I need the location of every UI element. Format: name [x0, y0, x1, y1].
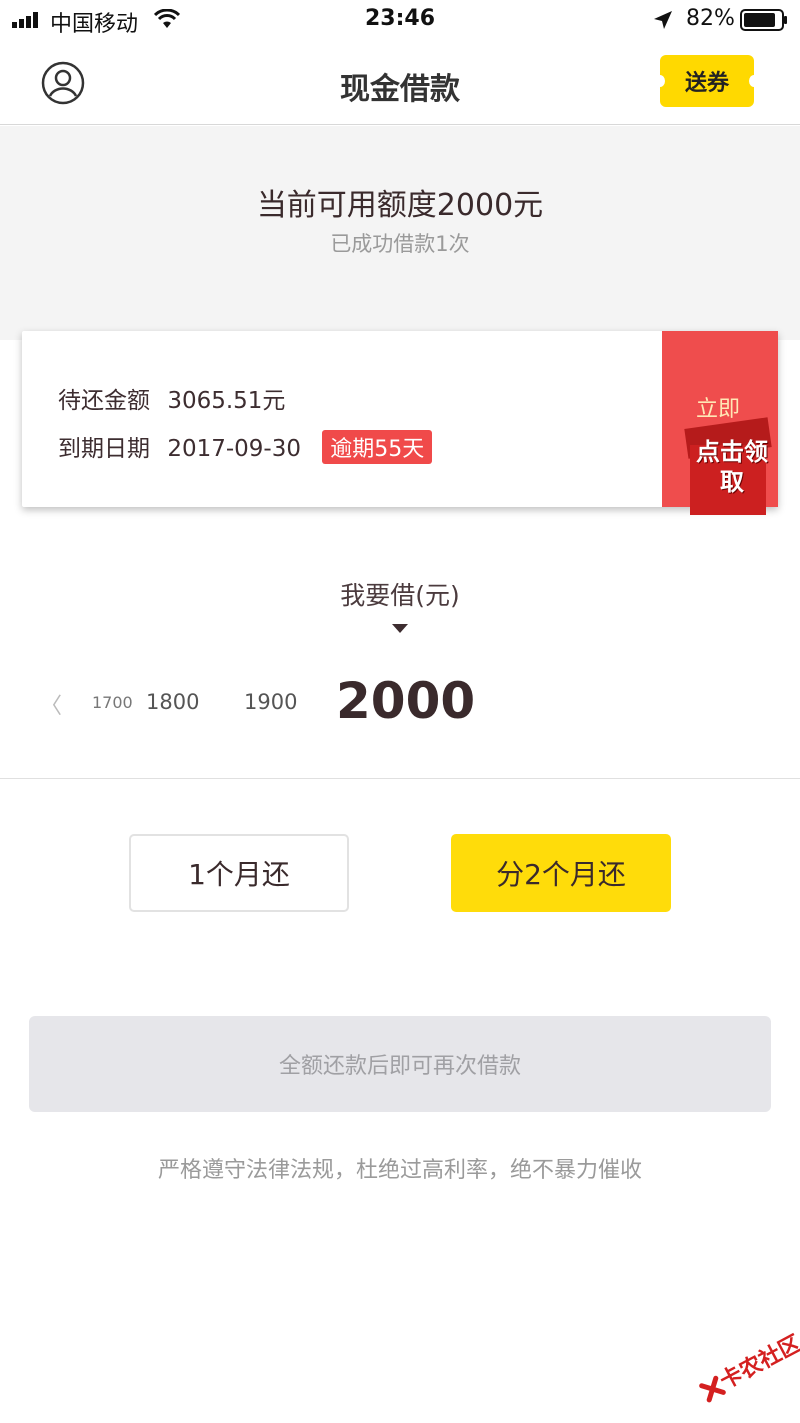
pending-amount-value: 3065.51元 [167, 388, 286, 414]
watermark: 卡农社区 [680, 1308, 800, 1421]
nav-bar: 现金借款 送券 [0, 40, 800, 125]
pending-amount-label: 待还金额 [58, 388, 150, 414]
amount-option[interactable]: 1900 [244, 690, 297, 714]
status-bar: 中国移动 23:46 82% [0, 0, 800, 40]
term-2-label: 分2个月还 [496, 858, 626, 891]
term-1-label: 1个月还 [188, 858, 290, 891]
borrow-again-label: 全额还款后即可再次借款 [278, 1054, 521, 1079]
picker-prev-icon[interactable]: 〈 [40, 688, 62, 720]
available-credit: 当前可用额度2000元 [256, 188, 544, 223]
promo-gift-text: 点击领取 [696, 438, 768, 496]
due-date-row: 到期日期 2017-09-30 逾期55天 [58, 429, 433, 464]
watermark-text: 卡农社区 [716, 1331, 800, 1395]
amount-option[interactable]: 1800 [146, 690, 199, 714]
amount-picker-label: 我要借(元) [340, 581, 460, 610]
battery-percent: 82% [686, 6, 735, 31]
repayment-card[interactable]: 待还金额 3065.51元 到期日期 2017-09-30 逾期55天 立即 点… [22, 331, 778, 515]
due-date-label: 到期日期 [58, 436, 150, 462]
divider [0, 778, 800, 779]
battery-icon [740, 9, 787, 31]
caret-down-icon [392, 624, 408, 633]
clock: 23:46 [364, 6, 436, 31]
gift-box-icon: 点击领取 [684, 417, 772, 519]
location-arrow-icon [654, 11, 672, 29]
term-1-month-button[interactable]: 1个月还 [129, 834, 349, 912]
overdue-badge: 逾期55天 [322, 430, 433, 464]
compliance-note: 严格遵守法律法规，杜绝过高利率，绝不暴力催收 [157, 1158, 642, 1183]
term-2-months-button[interactable]: 分2个月还 [451, 834, 671, 912]
pending-amount-row: 待还金额 3065.51元 [58, 381, 285, 415]
due-date-value: 2017-09-30 [167, 436, 301, 462]
borrow-again-button[interactable]: 全额还款后即可再次借款 [29, 1016, 771, 1112]
borrow-count: 已成功借款1次 [330, 232, 470, 256]
selected-amount[interactable]: 2000 [336, 672, 475, 730]
amount-option[interactable]: 1700 [92, 693, 133, 712]
coupon-label: 送券 [684, 71, 729, 96]
coupon-button[interactable]: 送券 [655, 55, 759, 107]
gift-promo-banner[interactable]: 立即 点击领取 [662, 331, 778, 515]
promo-top-text: 立即 [696, 397, 741, 422]
